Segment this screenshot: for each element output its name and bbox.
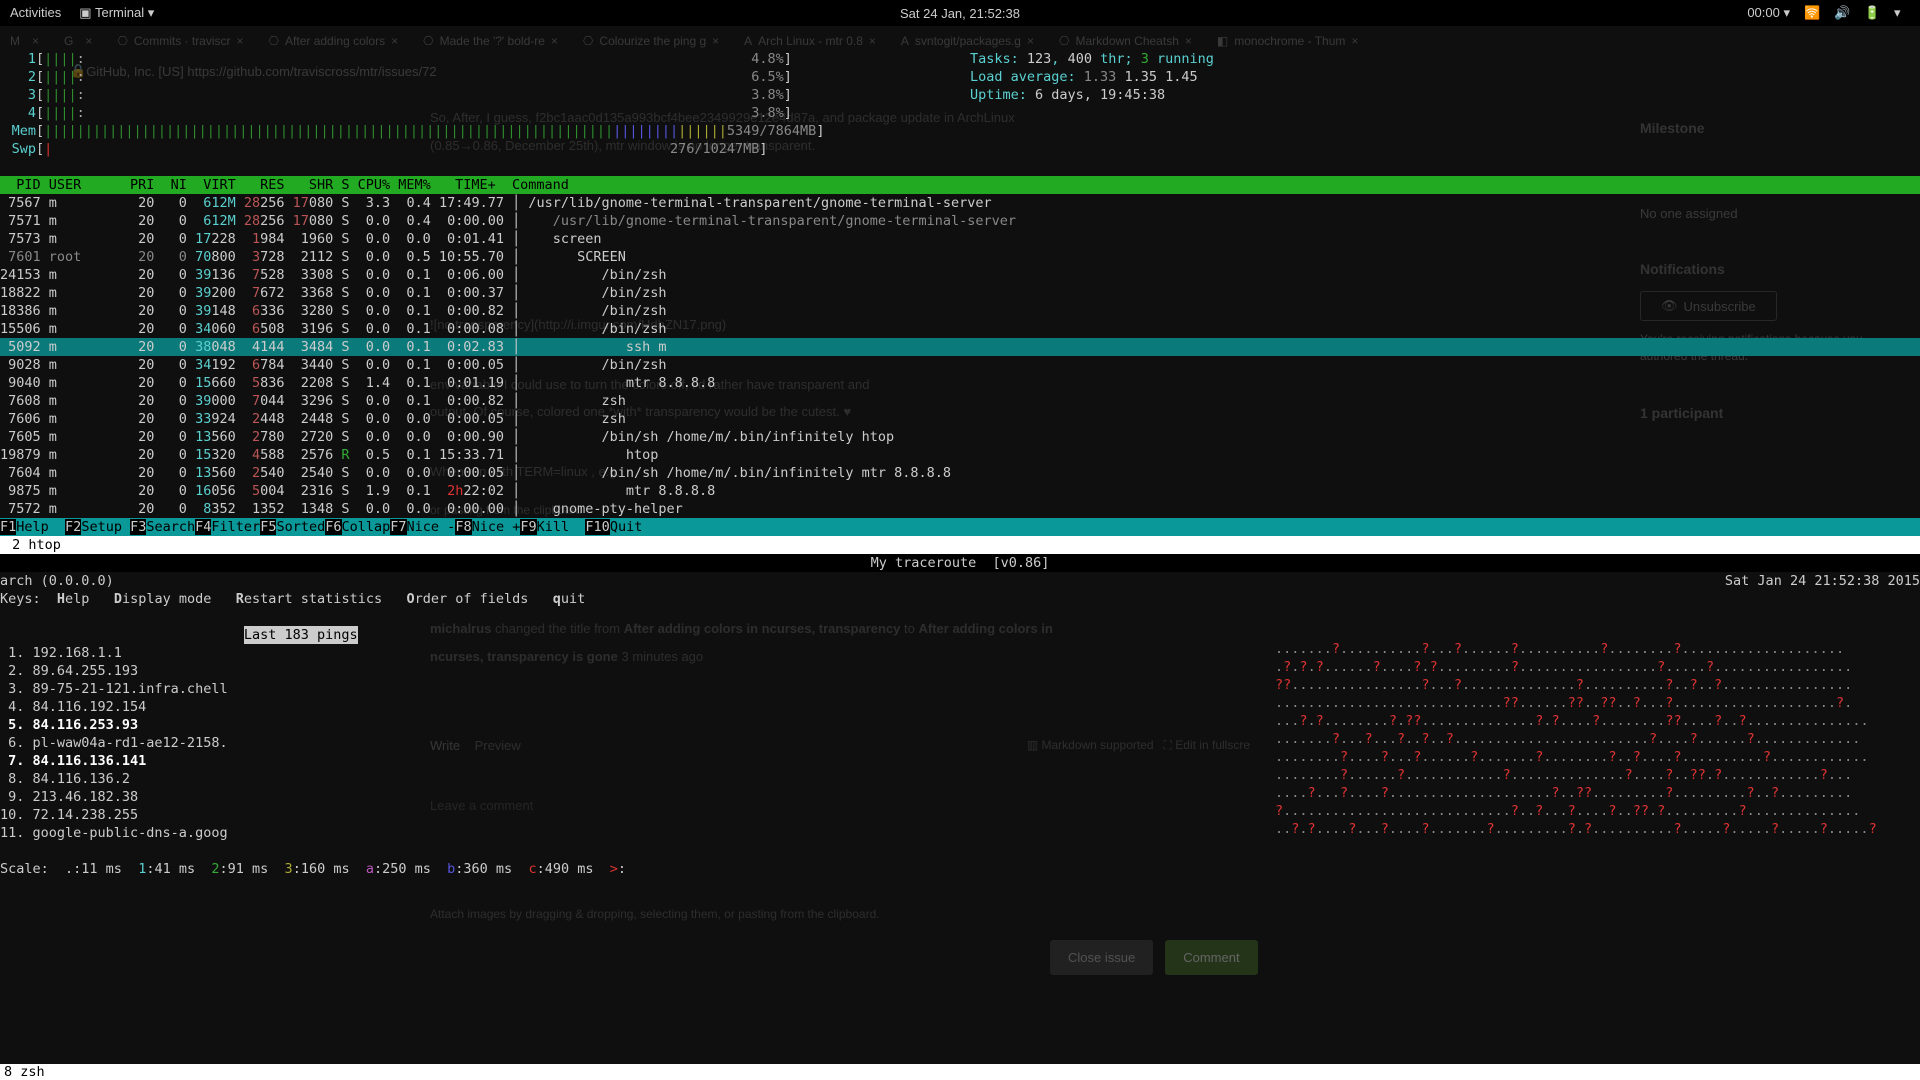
htop-fkeys[interactable]: F1Help F2Setup F3SearchF4FilterF5SortedF… bbox=[0, 518, 1920, 536]
tab-favicon: ⎔ bbox=[269, 34, 279, 48]
tab-favicon: A bbox=[744, 34, 752, 48]
tmux-bottom-tab[interactable]: 8 zsh bbox=[0, 1064, 1920, 1080]
comment-button[interactable]: Comment bbox=[1165, 940, 1257, 975]
close-issue-button[interactable]: Close issue bbox=[1050, 940, 1153, 975]
process-row[interactable]: 9028 m 20 0 34192 6784 3440 S 0.0 0.1 0:… bbox=[0, 356, 1920, 374]
mtr-latency-grid: .......?..........?...?......?..........… bbox=[1275, 640, 1915, 838]
gnome-top-bar: Activities ▣ Terminal ▾ Sat 24 Jan, 21:5… bbox=[0, 0, 1920, 26]
tab-close-icon[interactable]: × bbox=[237, 34, 244, 48]
htop-header: PID USER PRI NI VIRT RES SHR S CPU% MEM%… bbox=[0, 176, 1920, 194]
battery-icon[interactable]: 🔋 bbox=[1864, 5, 1880, 21]
terminal-menu[interactable]: ▣ Terminal ▾ bbox=[79, 5, 154, 21]
tab-favicon: ⎔ bbox=[423, 34, 433, 48]
process-row[interactable]: 7567 m 20 0 612M 28256 17080 S 3.3 0.4 1… bbox=[0, 194, 1920, 212]
process-row[interactable]: 7606 m 20 0 33924 2448 2448 S 0.0 0.0 0:… bbox=[0, 410, 1920, 428]
tab-close-icon[interactable]: × bbox=[551, 34, 558, 48]
process-row[interactable]: 9040 m 20 0 15660 5836 2208 S 1.4 0.1 0:… bbox=[0, 374, 1920, 392]
volume-icon[interactable]: 🔊 bbox=[1834, 5, 1850, 21]
tab-favicon: M bbox=[10, 34, 20, 48]
process-row[interactable]: 18822 m 20 0 39200 7672 3368 S 0.0 0.1 0… bbox=[0, 284, 1920, 302]
process-row[interactable]: 15506 m 20 0 34060 6508 3196 S 0.0 0.1 0… bbox=[0, 320, 1920, 338]
tab-close-icon[interactable]: × bbox=[869, 34, 876, 48]
process-row[interactable]: 7608 m 20 0 39000 7044 3296 S 0.0 0.1 0:… bbox=[0, 392, 1920, 410]
mtr-date: Sat Jan 24 21:52:38 2015 bbox=[1725, 572, 1920, 590]
tab-close-icon[interactable]: × bbox=[712, 34, 719, 48]
tab-close-icon[interactable]: × bbox=[32, 34, 39, 48]
process-row[interactable]: 7571 m 20 0 612M 28256 17080 S 0.0 0.4 0… bbox=[0, 212, 1920, 230]
mtr-host: arch (0.0.0.0) bbox=[0, 572, 114, 590]
tab-close-icon[interactable]: × bbox=[1351, 34, 1358, 48]
tab-favicon: G bbox=[64, 34, 73, 48]
activities-button[interactable]: Activities bbox=[10, 5, 61, 21]
mtr-pings-header: Last 183 pings bbox=[244, 626, 358, 644]
process-row[interactable]: 9875 m 20 0 16056 5004 2316 S 1.9 0.1 2h… bbox=[0, 482, 1920, 500]
github-issue-buttons: Close issue Comment bbox=[1050, 940, 1258, 975]
tab-close-icon[interactable]: × bbox=[1027, 34, 1034, 48]
power-icon[interactable]: ▾ bbox=[1894, 5, 1910, 21]
tab-close-icon[interactable]: × bbox=[391, 34, 398, 48]
tab-favicon: ◧ bbox=[1217, 34, 1228, 48]
tab-favicon: ⎔ bbox=[1059, 34, 1069, 48]
tab-close-icon[interactable]: × bbox=[1185, 34, 1192, 48]
tab-favicon: A bbox=[901, 34, 909, 48]
wifi-icon[interactable]: 🛜 bbox=[1804, 5, 1820, 21]
process-row[interactable]: 7605 m 20 0 13560 2780 2720 S 0.0 0.0 0:… bbox=[0, 428, 1920, 446]
clock-right[interactable]: 00:00 ▾ bbox=[1747, 5, 1790, 21]
mtr-keys[interactable]: Keys: Help Display mode Restart statisti… bbox=[0, 590, 1920, 608]
clock-center: Sat 24 Jan, 21:52:38 bbox=[900, 6, 1020, 21]
tab-close-icon[interactable]: × bbox=[85, 34, 92, 48]
mtr-title: My traceroute [v0.86] bbox=[0, 554, 1920, 572]
process-row[interactable]: 7601 root 20 0 70800 3728 2112 S 0.0 0.5… bbox=[0, 248, 1920, 266]
process-row[interactable]: 7604 m 20 0 13560 2540 2540 S 0.0 0.0 0:… bbox=[0, 464, 1920, 482]
tab-favicon: ⎔ bbox=[583, 34, 593, 48]
process-row[interactable]: 5092 m 20 0 38048 4144 3484 S 0.0 0.1 0:… bbox=[0, 338, 1920, 356]
process-row[interactable]: 19879 m 20 0 15320 4588 2576 R 0.5 0.1 1… bbox=[0, 446, 1920, 464]
process-row[interactable]: 7573 m 20 0 17228 1984 1960 S 0.0 0.0 0:… bbox=[0, 230, 1920, 248]
process-row[interactable]: 18386 m 20 0 39148 6336 3280 S 0.0 0.1 0… bbox=[0, 302, 1920, 320]
tmux-tab-htop[interactable]: 2 htop bbox=[0, 536, 1920, 554]
process-row[interactable]: 7572 m 20 0 8352 1352 1348 S 0.0 0.0 0:0… bbox=[0, 500, 1920, 518]
mtr-scale: Scale: .:11 ms 1:41 ms 2:91 ms 3:160 ms … bbox=[0, 860, 1920, 878]
process-row[interactable]: 24153 m 20 0 39136 7528 3308 S 0.0 0.1 0… bbox=[0, 266, 1920, 284]
tab-favicon: ⎔ bbox=[117, 34, 127, 48]
